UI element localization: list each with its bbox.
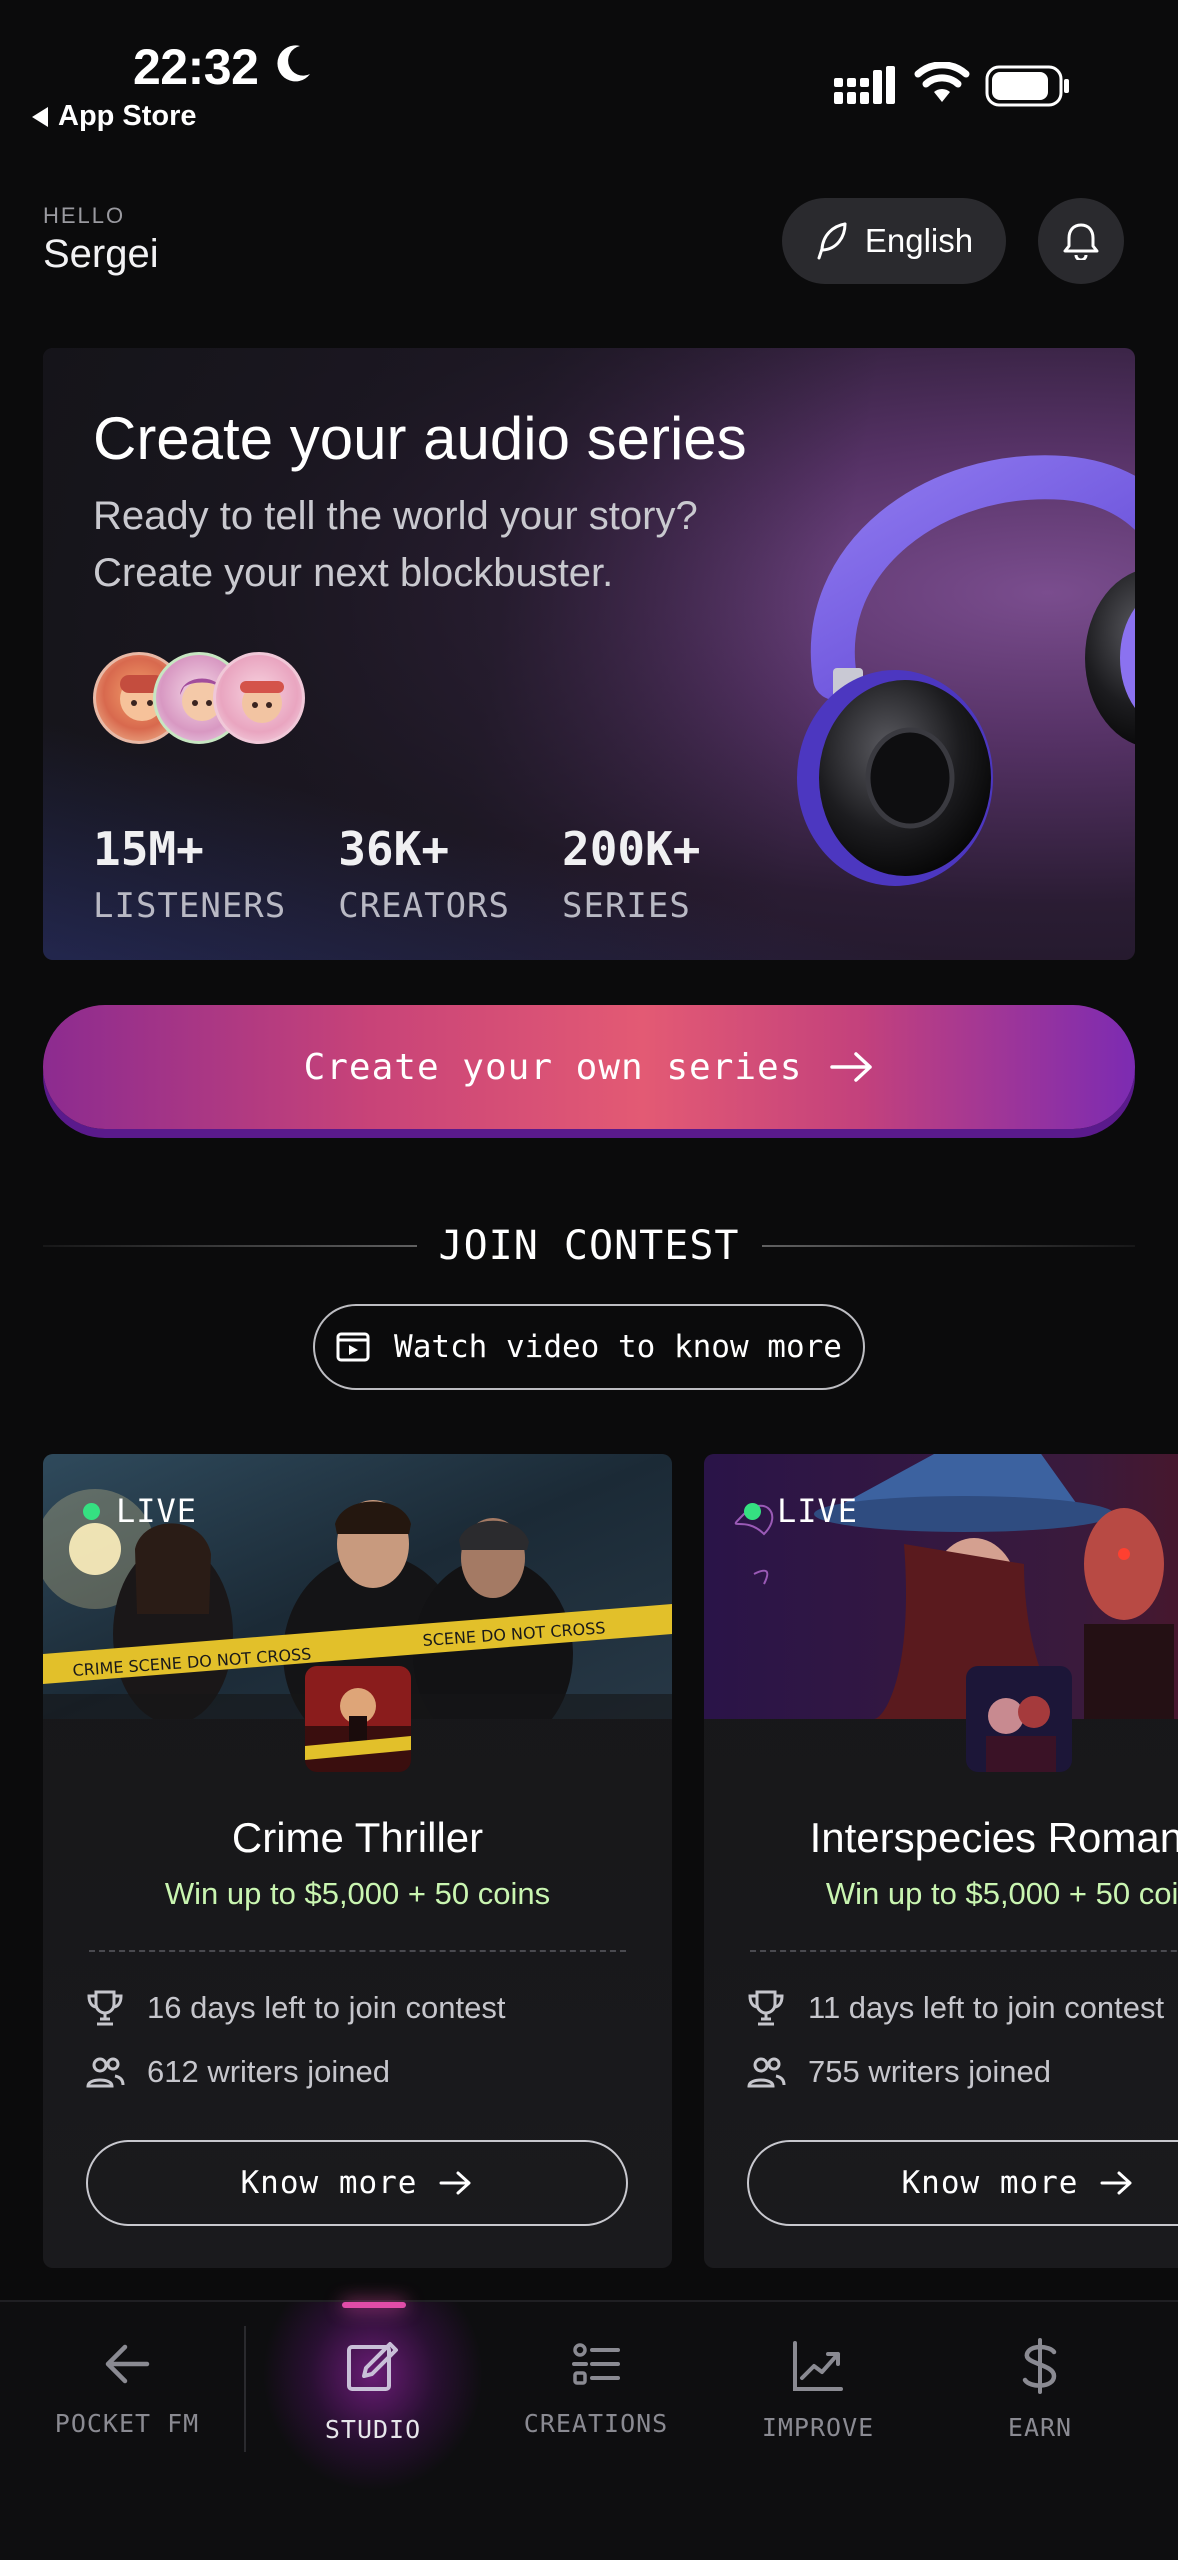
- nav-earn[interactable]: EARN: [940, 2338, 1140, 2442]
- know-more-label: Know more: [240, 2165, 418, 2201]
- avatar: [213, 652, 305, 744]
- stat-value: 15M+: [93, 822, 204, 876]
- wifi-icon: [914, 62, 970, 102]
- contest-heading: JOIN CONTEST: [438, 1223, 740, 1269]
- hero-stats: 15M+ LISTENERS 36K+ CREATORS 200K+ SERIE…: [93, 822, 752, 926]
- dashed-divider: [89, 1950, 626, 1952]
- moon-icon: [277, 45, 310, 82]
- status-time: 22:32: [133, 39, 259, 95]
- contest-title: Interspecies Romance: [809, 1814, 1178, 1861]
- status-bar: 22:32 App Store: [0, 0, 1178, 150]
- nav-pocket-fm[interactable]: POCKET FM: [27, 2338, 227, 2438]
- days-left-row: 11 days left to join contest: [746, 1988, 1164, 2028]
- back-to-app-store[interactable]: App Store: [32, 100, 197, 133]
- create-series-label: Create your own series: [303, 1046, 803, 1088]
- users-icon: [86, 2057, 125, 2088]
- thumbnail-image: [966, 1666, 1072, 1772]
- nav-label: STUDIO: [324, 2415, 422, 2444]
- contest-title: Crime Thriller: [231, 1814, 484, 1861]
- feather-icon: [817, 222, 847, 260]
- divider-line: [43, 1245, 417, 1247]
- contest-thumbnail: [966, 1666, 1072, 1772]
- stat-series: 200K+ SERIES: [562, 822, 700, 926]
- live-label: LIVE: [116, 1492, 198, 1530]
- chart-up-icon: [793, 2341, 843, 2391]
- arrow-right-icon: [830, 1052, 873, 1082]
- watch-video-button[interactable]: Watch video to know more: [313, 1304, 865, 1390]
- nav-creations[interactable]: CREATIONS: [496, 2338, 696, 2438]
- live-dot-icon: [83, 1502, 100, 1520]
- language-button[interactable]: English: [782, 198, 1006, 284]
- contest-thumbnail: [305, 1666, 411, 1772]
- nav-improve[interactable]: IMPROVE: [718, 2338, 918, 2442]
- days-left-row: 16 days left to join contest: [85, 1988, 505, 2028]
- notifications-button[interactable]: [1038, 198, 1124, 284]
- stat-creators: 36K+ CREATORS: [338, 822, 510, 926]
- avatar-face-icon: [240, 681, 284, 723]
- live-dot-icon: [744, 1502, 761, 1520]
- user-name: Sergei: [43, 232, 159, 276]
- nav-label: POCKET FM: [54, 2409, 200, 2438]
- writers-text: 755 writers joined: [808, 2054, 1051, 2089]
- language-label: English: [864, 222, 974, 259]
- hero-title: Create your audio series: [93, 405, 747, 472]
- greeting-label: HELLO: [43, 203, 126, 228]
- create-series-button[interactable]: Create your own series: [43, 1005, 1135, 1129]
- headphones-icon: [797, 455, 1135, 886]
- list-icon: [572, 2343, 620, 2385]
- stat-label: SERIES: [562, 886, 691, 926]
- know-more-button[interactable]: Know more: [86, 2140, 628, 2226]
- nav-label: IMPROVE: [761, 2413, 875, 2442]
- trophy-icon: [748, 1990, 784, 2026]
- stat-listeners: 15M+ LISTENERS: [93, 822, 286, 926]
- contest-divider: JOIN CONTEST: [43, 1218, 1136, 1274]
- days-left-text: 16 days left to join contest: [147, 1990, 506, 2025]
- know-more-button[interactable]: Know more: [747, 2140, 1178, 2226]
- watch-video-label: Watch video to know more: [394, 1329, 842, 1365]
- arrow-right-icon: [439, 2171, 471, 2195]
- stat-value: 36K+: [338, 822, 450, 876]
- hero-subtitle: Ready to tell the world your story? Crea…: [93, 494, 698, 595]
- back-label: App Store: [58, 100, 197, 132]
- divider-line: [761, 1245, 1136, 1247]
- stat-label: CREATORS: [338, 886, 510, 926]
- arrow-right-icon: [1100, 2171, 1132, 2195]
- writers-row: 755 writers joined: [746, 2052, 1051, 2092]
- live-badge: LIVE: [83, 1492, 197, 1530]
- hero-banner[interactable]: Create your audio series Ready to tell t…: [43, 348, 1135, 960]
- thumbnail-image: [305, 1666, 411, 1772]
- stat-label: LISTENERS: [93, 886, 287, 926]
- contest-prize: Win up to $5,000 + 50 coins: [825, 1876, 1178, 1911]
- bell-icon: [1063, 223, 1099, 260]
- contest-card[interactable]: LIVE Interspecies Romance Win up to $5,0…: [704, 1454, 1178, 2268]
- back-triangle-icon: [32, 106, 48, 127]
- live-label: LIVE: [777, 1492, 859, 1530]
- writers-text: 612 writers joined: [147, 2054, 390, 2089]
- battery-icon: [985, 65, 1069, 107]
- video-play-icon: [336, 1332, 370, 1362]
- active-tab-indicator: [342, 2302, 406, 2308]
- dashed-divider: [750, 1950, 1178, 1952]
- bottom-navigation: POCKET FM STUDIO CREATIONS IMPROVE EARN: [0, 2300, 1178, 2560]
- arrow-left-icon: [105, 2344, 150, 2384]
- writers-row: 612 writers joined: [85, 2052, 390, 2092]
- edit-square-icon: [347, 2342, 398, 2391]
- contest-prize: Win up to $5,000 + 50 coins: [164, 1876, 551, 1911]
- contest-card-inner: LIVE Interspecies Romance Win up to $5,0…: [704, 1454, 1178, 2268]
- users-icon: [747, 2057, 786, 2088]
- live-badge: LIVE: [744, 1492, 858, 1530]
- trophy-icon: [87, 1990, 123, 2026]
- nav-label: CREATIONS: [523, 2409, 669, 2438]
- dollar-icon: [1022, 2338, 1057, 2394]
- contest-card[interactable]: CRIME SCENE DO NOT CROSS SCENE DO NOT CR…: [43, 1454, 672, 2268]
- nav-label: EARN: [1007, 2413, 1073, 2442]
- nav-separator: [244, 2326, 246, 2452]
- days-left-text: 11 days left to join contest: [808, 1990, 1165, 2025]
- know-more-label: Know more: [901, 2165, 1079, 2201]
- stat-value: 200K+: [562, 822, 701, 876]
- nav-studio[interactable]: STUDIO: [273, 2338, 473, 2444]
- cellular-signal-icon: [834, 66, 895, 104]
